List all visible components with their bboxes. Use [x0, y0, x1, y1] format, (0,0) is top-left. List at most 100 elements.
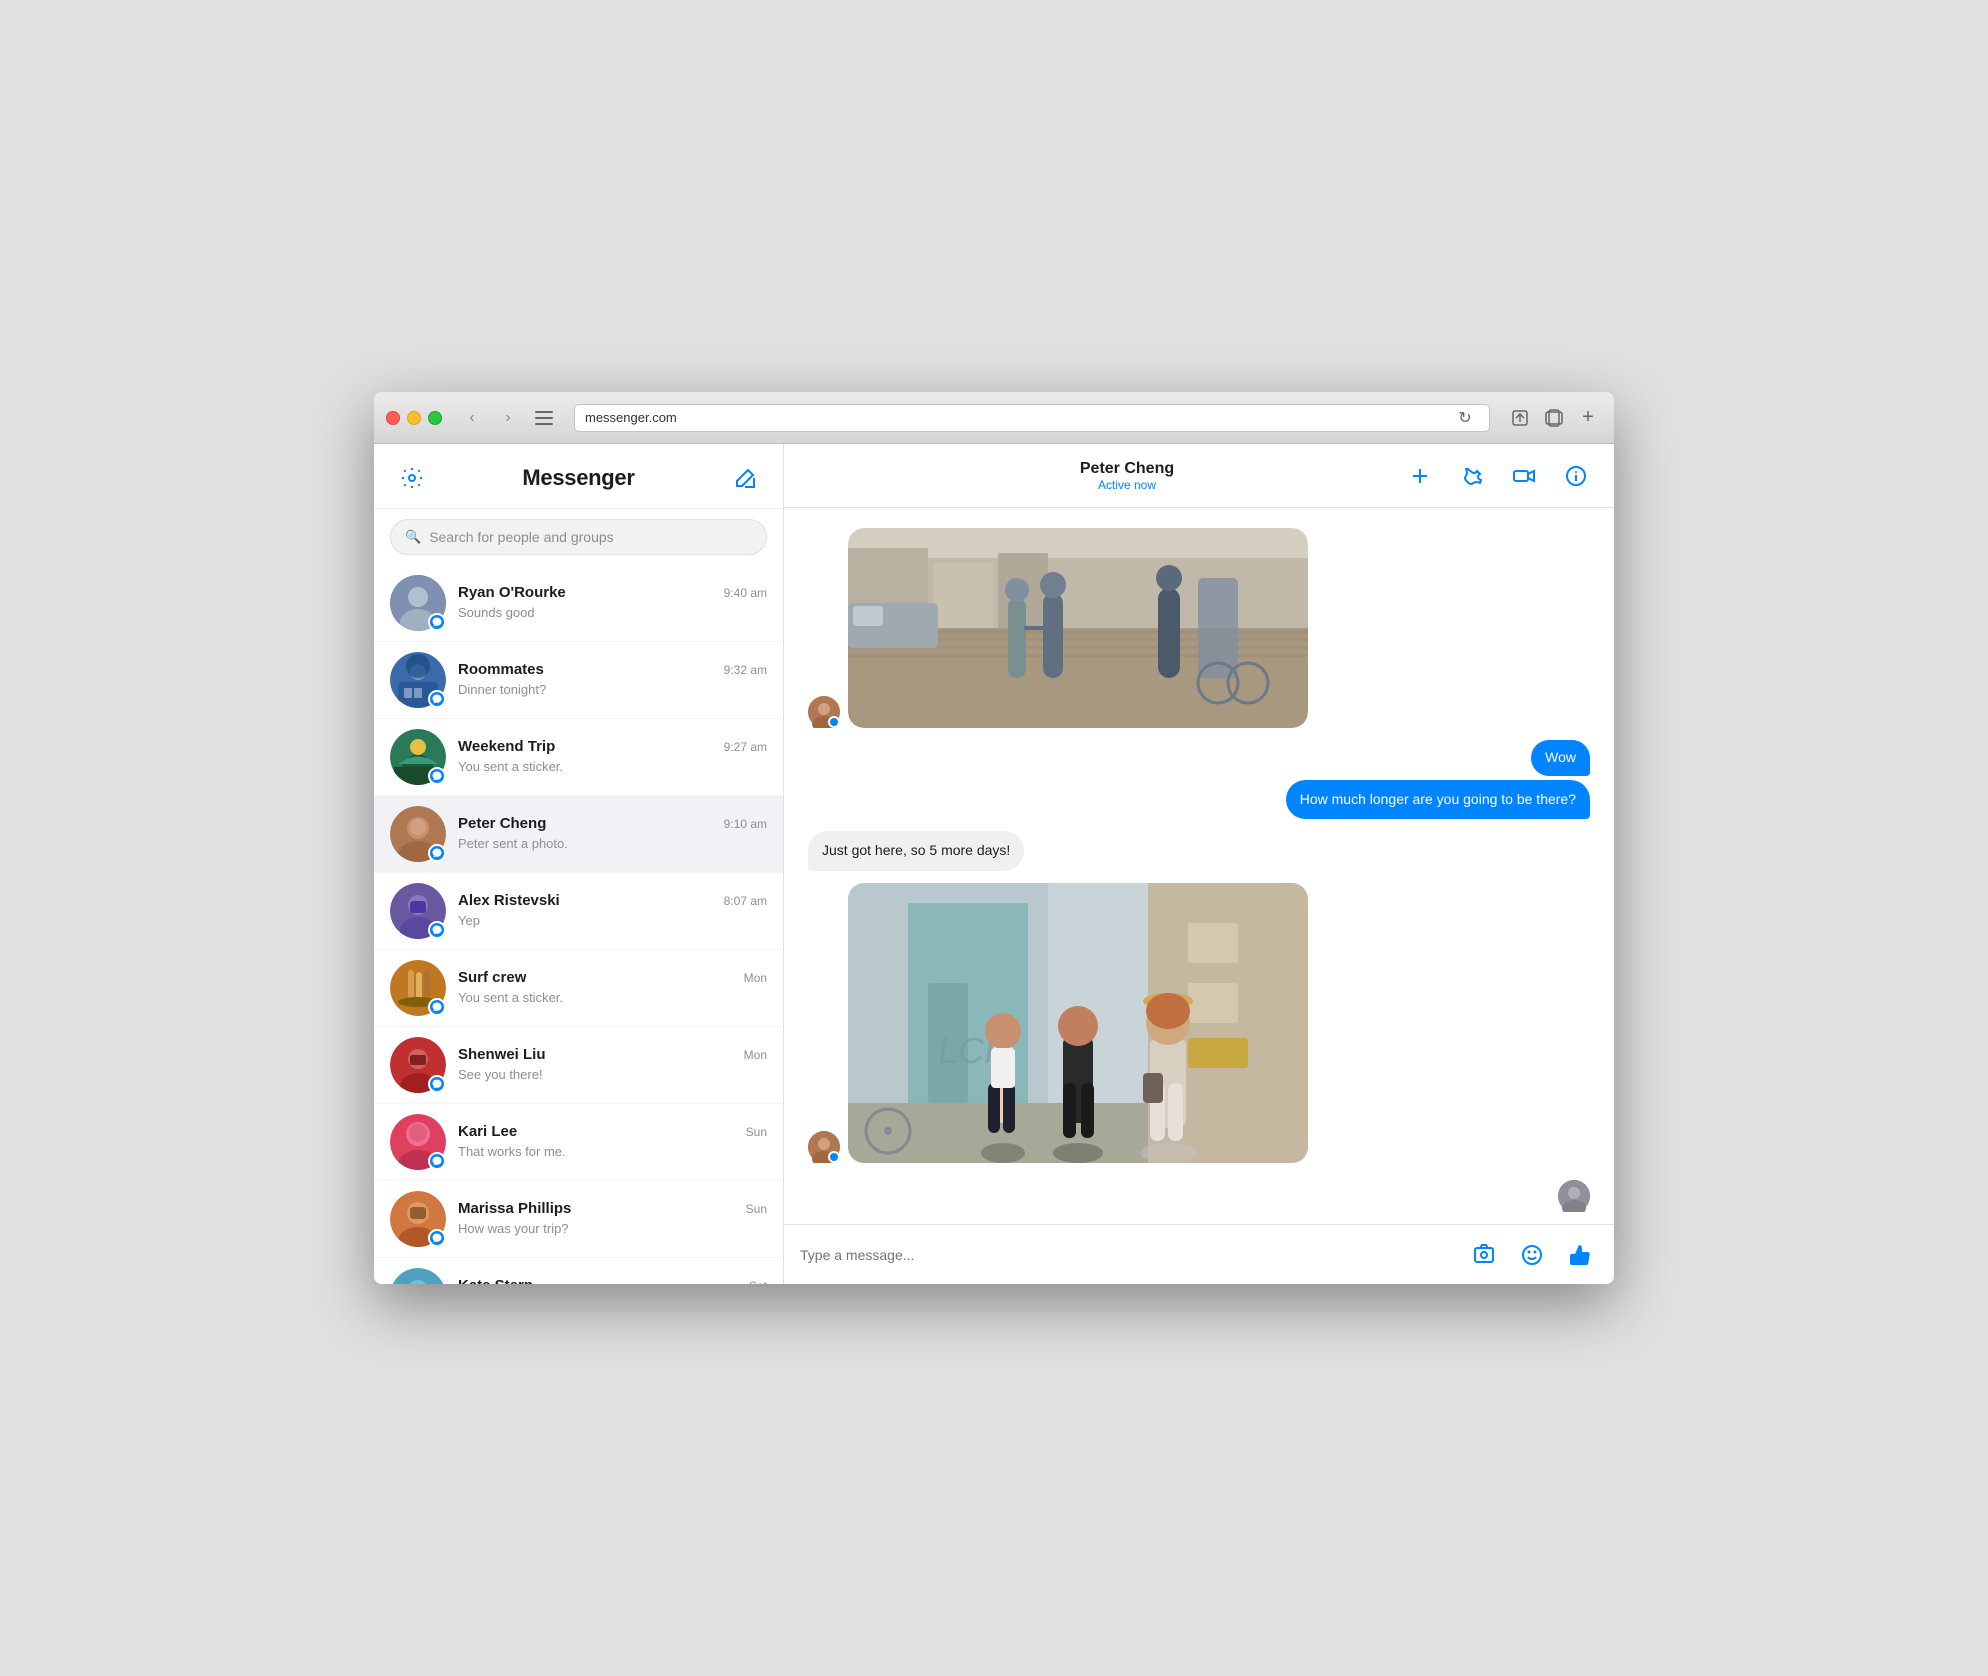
add-person-button[interactable]: [1402, 458, 1438, 494]
app-container: Messenger 🔍 Search for people and groups: [374, 444, 1614, 1284]
conversation-info: Kate Stern Sat Want to grab drinks tonig…: [458, 1277, 767, 1284]
minimize-button[interactable]: [407, 411, 421, 425]
info-button[interactable]: [1558, 458, 1594, 494]
traffic-lights: [386, 411, 442, 425]
search-placeholder: Search for people and groups: [429, 529, 613, 545]
messenger-badge: [428, 690, 446, 708]
message-group-outgoing: Wow How much longer are you going to be …: [808, 740, 1590, 819]
conv-name: Roommates: [458, 661, 544, 678]
conv-preview: You sent a sticker.: [458, 759, 563, 774]
avatar-container: [390, 806, 446, 862]
conversation-info: Peter Cheng 9:10 am Peter sent a photo.: [458, 815, 767, 853]
chat-area: Peter Cheng Active now: [784, 444, 1614, 1284]
conversation-item[interactable]: Surf crew Mon You sent a sticker.: [374, 950, 783, 1027]
conv-preview: That works for me.: [458, 1144, 566, 1159]
conv-preview: You sent a sticker.: [458, 990, 563, 1005]
conv-time: 9:40 am: [724, 586, 767, 600]
search-bar-container: 🔍 Search for people and groups: [374, 509, 783, 565]
conversation-item[interactable]: Ryan O'Rourke 9:40 am Sounds good: [374, 565, 783, 642]
conversation-item-active[interactable]: Peter Cheng 9:10 am Peter sent a photo.: [374, 796, 783, 873]
conv-name: Ryan O'Rourke: [458, 584, 566, 601]
user-avatar: [1558, 1180, 1590, 1212]
conversation-item[interactable]: Marissa Phillips Sun How was your trip?: [374, 1181, 783, 1258]
chat-header-info: Peter Cheng Active now: [852, 460, 1402, 492]
conversation-item[interactable]: Alex Ristevski 8:07 am Yep: [374, 873, 783, 950]
avatar-container: [390, 1114, 446, 1170]
conversation-item[interactable]: Shenwei Liu Mon See you there!: [374, 1027, 783, 1104]
avatar-container: [390, 1037, 446, 1093]
conv-preview: Sounds good: [458, 605, 535, 620]
back-button[interactable]: ‹: [458, 404, 486, 432]
forward-button[interactable]: ›: [494, 404, 522, 432]
conv-preview: Dinner tonight?: [458, 682, 546, 697]
conv-name: Kate Stern: [458, 1277, 533, 1284]
conversation-item[interactable]: Weekend Trip 9:27 am You sent a sticker.: [374, 719, 783, 796]
maximize-button[interactable]: [428, 411, 442, 425]
messages-container[interactable]: Wow How much longer are you going to be …: [784, 508, 1614, 1180]
chat-header: Peter Cheng Active now: [784, 444, 1614, 508]
search-bar[interactable]: 🔍 Search for people and groups: [390, 519, 767, 555]
conv-name: Shenwei Liu: [458, 1046, 546, 1063]
messenger-badge: [828, 716, 840, 728]
conversation-item[interactable]: Roommates 9:32 am Dinner tonight?: [374, 642, 783, 719]
message-group-incoming: [808, 528, 1590, 728]
fullscreen-button[interactable]: [1540, 404, 1568, 432]
message-group-incoming-2: LCI: [808, 883, 1590, 1163]
conversation-item[interactable]: Kari Lee Sun That works for me.: [374, 1104, 783, 1181]
avatar-container: [390, 575, 446, 631]
message-avatar: [808, 1131, 840, 1163]
browser-actions: +: [1506, 404, 1602, 432]
conv-time: Mon: [744, 1048, 767, 1062]
conversation-info: Marissa Phillips Sun How was your trip?: [458, 1200, 767, 1238]
conv-top: Weekend Trip 9:27 am: [458, 738, 767, 755]
conv-time: Sun: [746, 1202, 767, 1216]
message-avatar: [808, 696, 840, 728]
compose-button[interactable]: [727, 460, 763, 496]
photo-message: [848, 528, 1308, 728]
messenger-badge: [428, 1075, 446, 1093]
conv-time: Sun: [746, 1125, 767, 1139]
conv-time: 9:10 am: [724, 817, 767, 831]
url-text: messenger.com: [585, 410, 677, 425]
avatar-container: [390, 960, 446, 1016]
conv-preview: Yep: [458, 913, 480, 928]
svg-text:LCI: LCI: [938, 1030, 994, 1071]
emoji-button[interactable]: [1514, 1237, 1550, 1273]
voice-call-button[interactable]: [1454, 458, 1490, 494]
conv-preview: How was your trip?: [458, 1221, 569, 1236]
conv-top: Surf crew Mon: [458, 969, 767, 986]
chat-header-actions: [1402, 458, 1594, 494]
like-button[interactable]: [1562, 1237, 1598, 1273]
message-input[interactable]: [800, 1247, 1454, 1263]
conv-time: Mon: [744, 971, 767, 985]
conversation-item[interactable]: Kate Stern Sat Want to grab drinks tonig…: [374, 1258, 783, 1284]
conv-time: 8:07 am: [724, 894, 767, 908]
conv-name: Weekend Trip: [458, 738, 555, 755]
refresh-button[interactable]: ↻: [1451, 404, 1479, 432]
sidebar-toggle-button[interactable]: [530, 404, 558, 432]
conv-top: Kate Stern Sat: [458, 1277, 767, 1284]
browser-titlebar: ‹ › messenger.com ↻: [374, 392, 1614, 444]
share-button[interactable]: [1506, 404, 1534, 432]
conv-top: Marissa Phillips Sun: [458, 1200, 767, 1217]
avatar: [390, 1268, 446, 1284]
messenger-badge: [428, 998, 446, 1016]
search-icon: 🔍: [405, 529, 421, 545]
conv-top: Shenwei Liu Mon: [458, 1046, 767, 1063]
conv-time: 9:27 am: [724, 740, 767, 754]
settings-button[interactable]: [394, 460, 430, 496]
message-bubble: How much longer are you going to be ther…: [1286, 780, 1590, 820]
message-with-avatar: LCI: [808, 883, 1308, 1163]
new-tab-button[interactable]: +: [1574, 404, 1602, 432]
user-avatar-area: [784, 1180, 1614, 1224]
avatar-container: [390, 1268, 446, 1284]
messenger-badge: [828, 1151, 840, 1163]
photo-button[interactable]: [1466, 1237, 1502, 1273]
url-bar[interactable]: messenger.com ↻: [574, 404, 1490, 432]
close-button[interactable]: [386, 411, 400, 425]
conv-top: Roommates 9:32 am: [458, 661, 767, 678]
video-call-button[interactable]: [1506, 458, 1542, 494]
conv-top: Peter Cheng 9:10 am: [458, 815, 767, 832]
chat-status: Active now: [852, 478, 1402, 492]
conversation-list: Ryan O'Rourke 9:40 am Sounds good: [374, 565, 783, 1284]
